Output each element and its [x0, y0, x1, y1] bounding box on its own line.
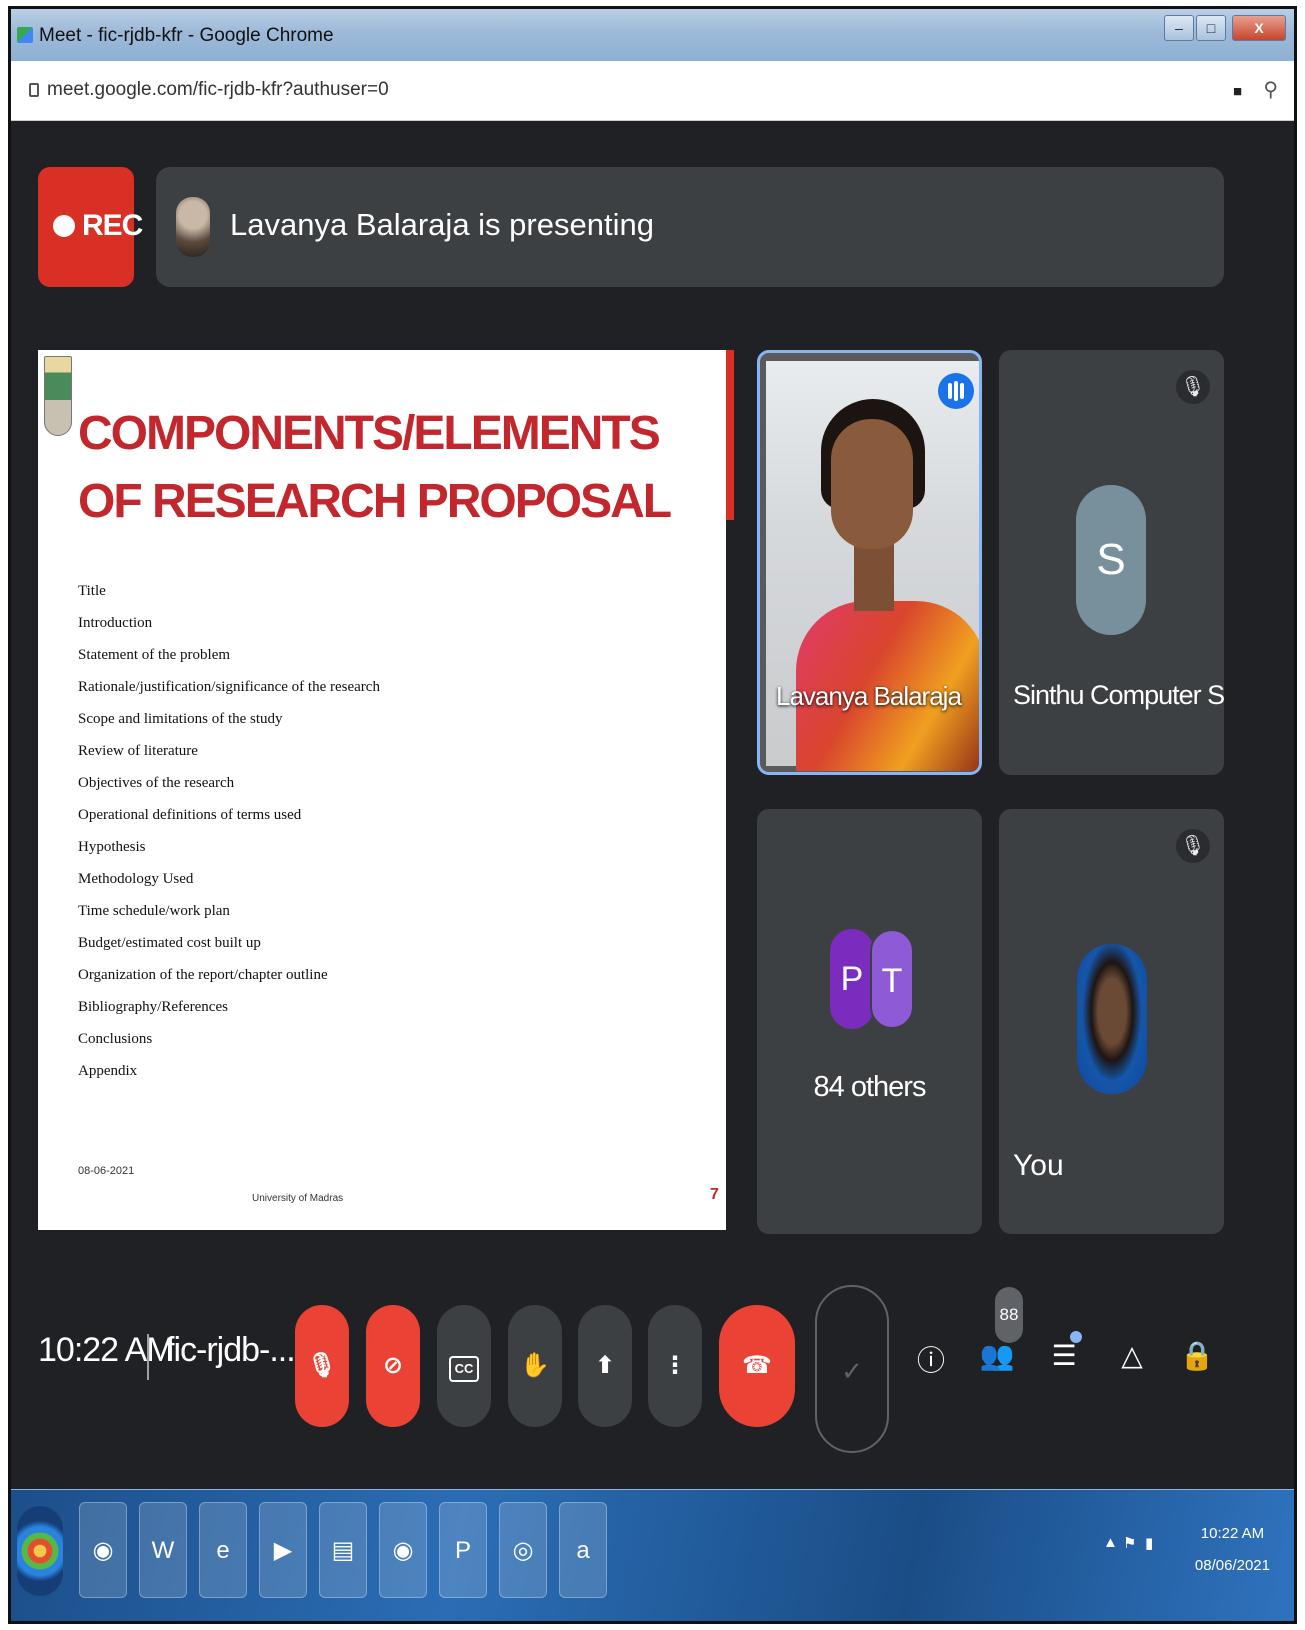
slide-item: Statement of the problem — [78, 647, 231, 663]
slide-item: Operational definitions of terms used — [78, 807, 302, 823]
mic-off-icon: 🎙 — [306, 1352, 338, 1379]
notepad-taskbar-icon[interactable]: ▤ — [319, 1502, 367, 1598]
avatar: P — [830, 929, 874, 1029]
more-vert-icon: ⋮ — [663, 1352, 687, 1379]
raise-hand-button[interactable]: ✋ — [508, 1305, 562, 1427]
presenter-avatar — [176, 197, 210, 257]
mic-off-icon: 🎙 — [1176, 829, 1210, 863]
self-avatar-photo — [1077, 944, 1147, 1094]
show-hidden-icons-icon[interactable]: ▲ — [1103, 1534, 1118, 1551]
people-icon[interactable]: 👥 — [977, 1339, 1017, 1372]
rec-label: REC — [82, 209, 143, 242]
participant-tile-sinthu[interactable]: 🎙 S Sinthu Computer Sc... — [999, 350, 1224, 775]
chat-notification-dot — [1070, 1331, 1082, 1343]
close-button[interactable]: X — [1232, 15, 1286, 41]
record-dot-icon — [53, 215, 75, 237]
chat-icon[interactable]: ☰ — [1044, 1339, 1084, 1372]
people-count-badge: 88 — [995, 1287, 1023, 1343]
slide-item: Appendix — [78, 1063, 138, 1079]
system-clock[interactable]: 10:22 AM 08/06/2021 — [1195, 1518, 1270, 1582]
lock-icon[interactable] — [29, 83, 39, 97]
mic-toggle-button[interactable]: 🎙 — [295, 1305, 349, 1427]
slide-title: COMPONENTS/ELEMENTS OF RESEARCH PROPOSAL — [78, 407, 672, 528]
participant-tile-presenter[interactable]: Lavanya Balaraja — [757, 350, 982, 775]
battery-icon[interactable]: ▮ — [1145, 1534, 1153, 1552]
internet-explorer-taskbar-icon[interactable]: e — [199, 1502, 247, 1598]
captions-icon: CC — [449, 1356, 479, 1382]
presenting-text: Lavanya Balaraja is presenting — [230, 207, 654, 242]
address-bar[interactable]: meet.google.com/fic-rjdb-kfr?authuser=0 … — [11, 61, 1294, 121]
leave-call-button[interactable]: ☎ — [719, 1305, 795, 1427]
slide-item: Organization of the report/chapter outli… — [78, 967, 328, 983]
hand-icon: ✋ — [520, 1352, 550, 1379]
slide-item: Scope and limitations of the study — [78, 711, 283, 727]
meeting-time: 10:22 AM — [38, 1331, 175, 1369]
slide-item: Budget/estimated cost built up — [78, 935, 261, 951]
chrome-taskbar-icon[interactable]: ◉ — [79, 1502, 127, 1598]
participant-tile-others[interactable]: P T 84 others — [757, 809, 982, 1234]
host-controls-lock-icon[interactable]: 🔒 — [1177, 1339, 1217, 1372]
window-title: Meet - fic-rjdb-kfr - Google Chrome — [39, 25, 334, 46]
maximize-button[interactable]: □ — [1196, 15, 1226, 41]
url-text[interactable]: meet.google.com/fic-rjdb-kfr?authuser=0 — [47, 79, 389, 101]
presenting-banner: Lavanya Balaraja is presenting — [156, 167, 1224, 287]
slide-accent-bar — [726, 350, 734, 520]
participant-tile-self[interactable]: 🎙 You — [999, 809, 1224, 1234]
windows-taskbar: ◉ W e ▶ ▤ ◉ P ◎ a ▲ ⚑ ▮ 10:22 AM 08/06/2… — [11, 1489, 1294, 1621]
browser-titlebar: Meet - fic-rjdb-kfr - Google Chrome – □ … — [11, 9, 1294, 61]
slide-date: 08-06-2021 — [78, 1165, 135, 1177]
slide-item: Conclusions — [78, 1031, 153, 1047]
word-taskbar-icon[interactable]: W — [139, 1502, 187, 1598]
university-logo — [44, 356, 72, 436]
shared-screen-slide: COMPONENTS/ELEMENTS OF RESEARCH PROPOSAL… — [38, 350, 734, 1230]
camera-indicator-icon[interactable]: ■ — [1233, 83, 1242, 100]
slide-item: Hypothesis — [78, 839, 146, 855]
recording-badge: REC — [38, 167, 143, 287]
start-button[interactable] — [17, 1506, 63, 1596]
slide-page-number: 7 — [710, 1186, 719, 1203]
action-center-flag-icon[interactable]: ⚑ — [1123, 1534, 1136, 1552]
minimize-button[interactable]: – — [1164, 15, 1194, 41]
chrome-taskbar-icon[interactable]: ◉ — [379, 1502, 427, 1598]
avatar: S — [1076, 485, 1146, 635]
slide-item: Review of literature — [78, 743, 198, 759]
captions-button[interactable]: CC — [437, 1305, 491, 1427]
camera-off-icon: ⊘ — [382, 1352, 404, 1379]
more-options-button[interactable]: ⋮ — [648, 1305, 702, 1427]
slide-footer: University of Madras — [252, 1193, 344, 1204]
powerpoint-taskbar-icon[interactable]: P — [439, 1502, 487, 1598]
slide-item-list: Title Introduction Statement of the prob… — [78, 575, 380, 1087]
speaking-indicator-icon — [938, 373, 974, 409]
slide-item: Time schedule/work plan — [78, 903, 230, 919]
slide-item: Bibliography/References — [78, 999, 228, 1015]
clock-time: 10:22 AM — [1200, 1525, 1265, 1542]
others-count: 84 others — [813, 1071, 927, 1103]
screen-frame: Meet - fic-rjdb-kfr - Google Chrome – □ … — [8, 6, 1297, 1624]
present-now-button[interactable]: ⬆ — [578, 1305, 632, 1427]
meet-favicon-icon — [17, 27, 33, 43]
slide-item: Rationale/justification/significance of … — [78, 679, 380, 695]
slide-item: Title — [78, 583, 106, 599]
camera-toggle-button[interactable]: ⊘ — [366, 1305, 420, 1427]
slide-item: Introduction — [78, 615, 153, 631]
zoom-icon[interactable]: ⚲ — [1263, 77, 1278, 102]
media-player-taskbar-icon[interactable]: ▶ — [259, 1502, 307, 1598]
slide-item: Objectives of the research — [78, 775, 235, 791]
participant-name: Lavanya Balaraja — [776, 681, 962, 711]
present-screen-icon: ⬆ — [594, 1352, 616, 1379]
participant-name: Sinthu Computer Sc... — [1013, 680, 1224, 710]
slide-item: Methodology Used — [78, 871, 194, 887]
meeting-code: fic-rjdb-... — [165, 1331, 296, 1369]
check-icon[interactable]: ✓ — [815, 1285, 889, 1453]
chrome-canary-taskbar-icon[interactable]: ◎ — [499, 1502, 547, 1598]
activities-icon[interactable]: △ — [1112, 1339, 1152, 1372]
hang-up-icon: ☎ — [742, 1352, 772, 1379]
clock-date: 08/06/2021 — [1194, 1557, 1270, 1574]
info-icon[interactable]: ⓘ — [911, 1339, 951, 1379]
participant-name: You — [1013, 1149, 1064, 1182]
avatar: T — [870, 929, 914, 1029]
mic-off-icon: 🎙 — [1176, 370, 1210, 404]
airtel-taskbar-icon[interactable]: a — [559, 1502, 607, 1598]
divider — [147, 1334, 149, 1380]
